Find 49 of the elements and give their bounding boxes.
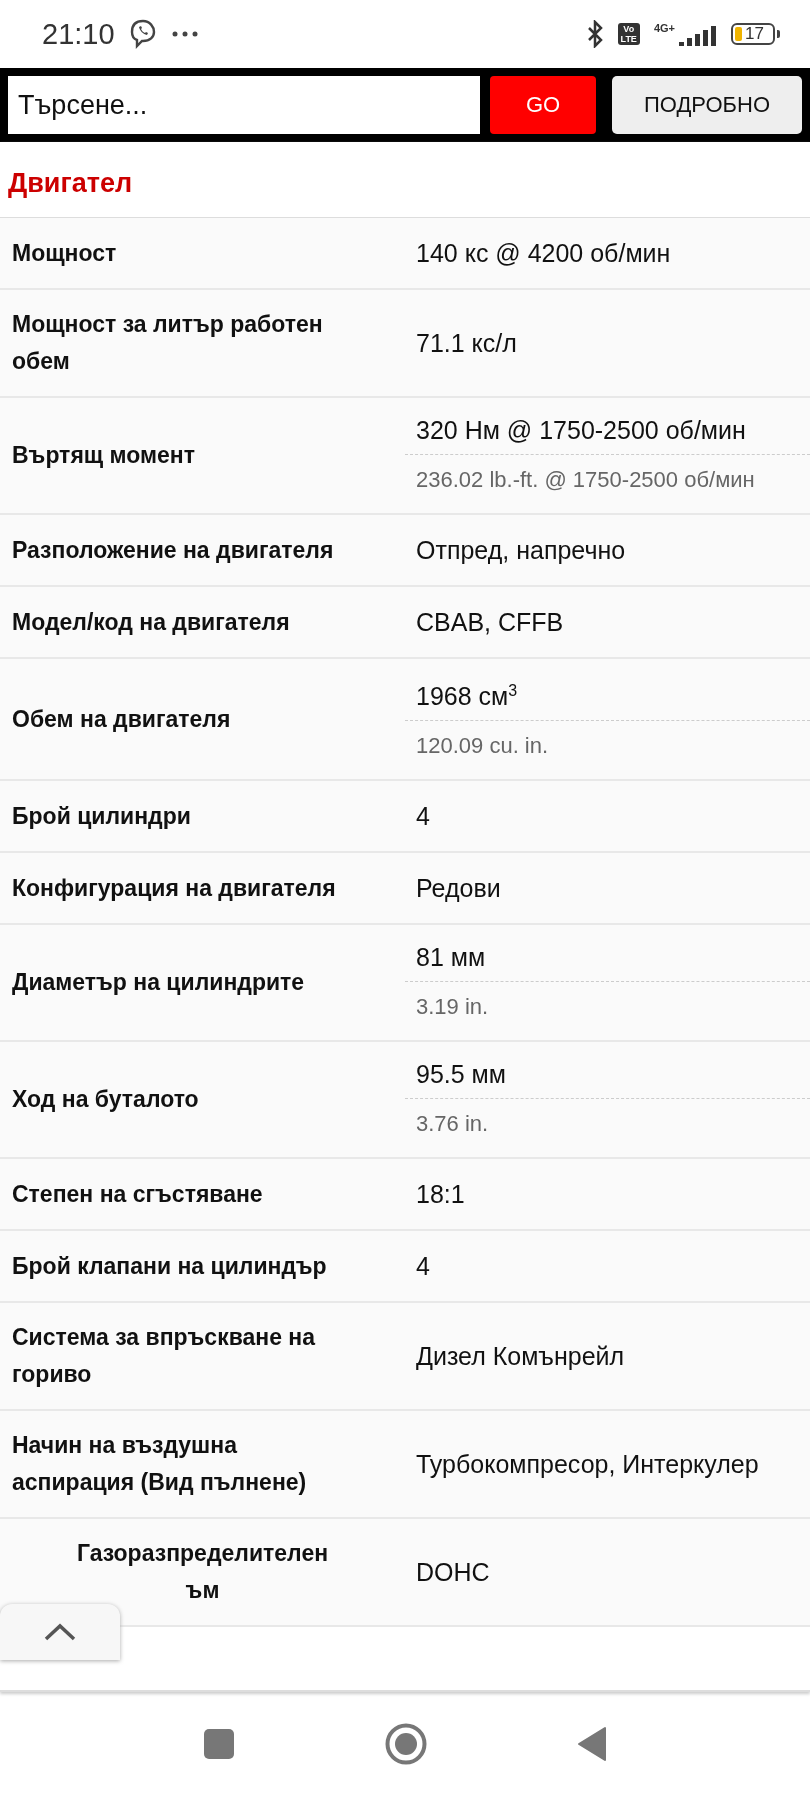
search-field[interactable]: Търсене... — [8, 76, 480, 134]
spec-label: Модел/код на двигателя — [11, 607, 291, 637]
network-label: 4G+ — [653, 22, 675, 34]
spec-label: Степен на сгъстяване — [11, 1179, 264, 1209]
spec-value-imperial: 236.02 lb.-ft. @ 1750-2500 об/мин — [405, 454, 810, 505]
go-button[interactable]: GO — [490, 76, 596, 134]
more-icon — [170, 30, 199, 38]
spec-label: Система за впръскване на гориво — [11, 1323, 317, 1390]
spec-label: ъм — [185, 1576, 220, 1606]
details-button[interactable]: ПОДРОБНО — [612, 76, 802, 134]
spec-label: Диаметър на цилиндрите — [11, 968, 306, 998]
spec-label: Въртящ момент — [11, 441, 197, 470]
spec-value: CBAB, CFFB — [415, 607, 565, 638]
spec-value: Редови — [415, 873, 502, 905]
chevron-up-icon — [43, 1622, 77, 1642]
volte-badge: Vo LTE — [617, 23, 640, 45]
spec-value-imperial: 3.76 in. — [405, 1098, 810, 1150]
clock: 21:10 — [42, 17, 115, 51]
spec-value: Дизел Комънрейл — [415, 1341, 626, 1373]
spec-value: 18:1 — [415, 1179, 466, 1211]
spec-label: Разположение на двигателя — [11, 535, 335, 565]
home-icon[interactable] — [385, 1723, 427, 1765]
spec-value: 320 Нм @ 1750-2500 об/мин — [415, 415, 747, 446]
spec-value: Турбокомпресор, Интеркулер — [415, 1449, 760, 1481]
chat-bubble-icon — [128, 19, 157, 49]
spec-label: Брой клапани на цилиндър — [11, 1251, 328, 1281]
bluetooth-icon — [585, 20, 604, 48]
spec-value: 4 — [415, 801, 431, 833]
spec-label: Начин на въздушна аспирация (Вид пълнене) — [11, 1431, 308, 1498]
spec-label: Мощност — [11, 238, 118, 268]
spec-value: 4 — [415, 1251, 431, 1283]
spec-value: DOHC — [415, 1557, 491, 1589]
spec-value: Отпред, напречно — [415, 535, 627, 566]
spec-label: Конфигурация на двигателя — [11, 873, 337, 903]
spec-value-imperial: 120.09 cu. in. — [405, 720, 810, 772]
spec-label: Мощност за литър работен обем — [11, 310, 324, 376]
back-icon[interactable] — [577, 1726, 607, 1762]
spec-label: Газоразпределителен — [76, 1539, 329, 1569]
section-title: Двигател — [0, 142, 810, 218]
spec-value: 1968 см$^{3}$ — [415, 681, 519, 713]
recents-icon[interactable] — [203, 1728, 235, 1760]
spec-value-imperial: 3.19 in. — [405, 981, 810, 1033]
spec-value: 71.1 кс/л — [415, 328, 518, 359]
spec-label: Обем на двигателя — [11, 704, 232, 734]
spec-value: 95.5 мм — [415, 1059, 507, 1091]
spec-label: Ход на буталото — [11, 1085, 200, 1115]
spec-value: 140 кс @ 4200 об/мин — [415, 238, 672, 269]
spec-label: Брой цилиндри — [11, 801, 192, 831]
spec-value: 81 мм — [415, 942, 487, 974]
